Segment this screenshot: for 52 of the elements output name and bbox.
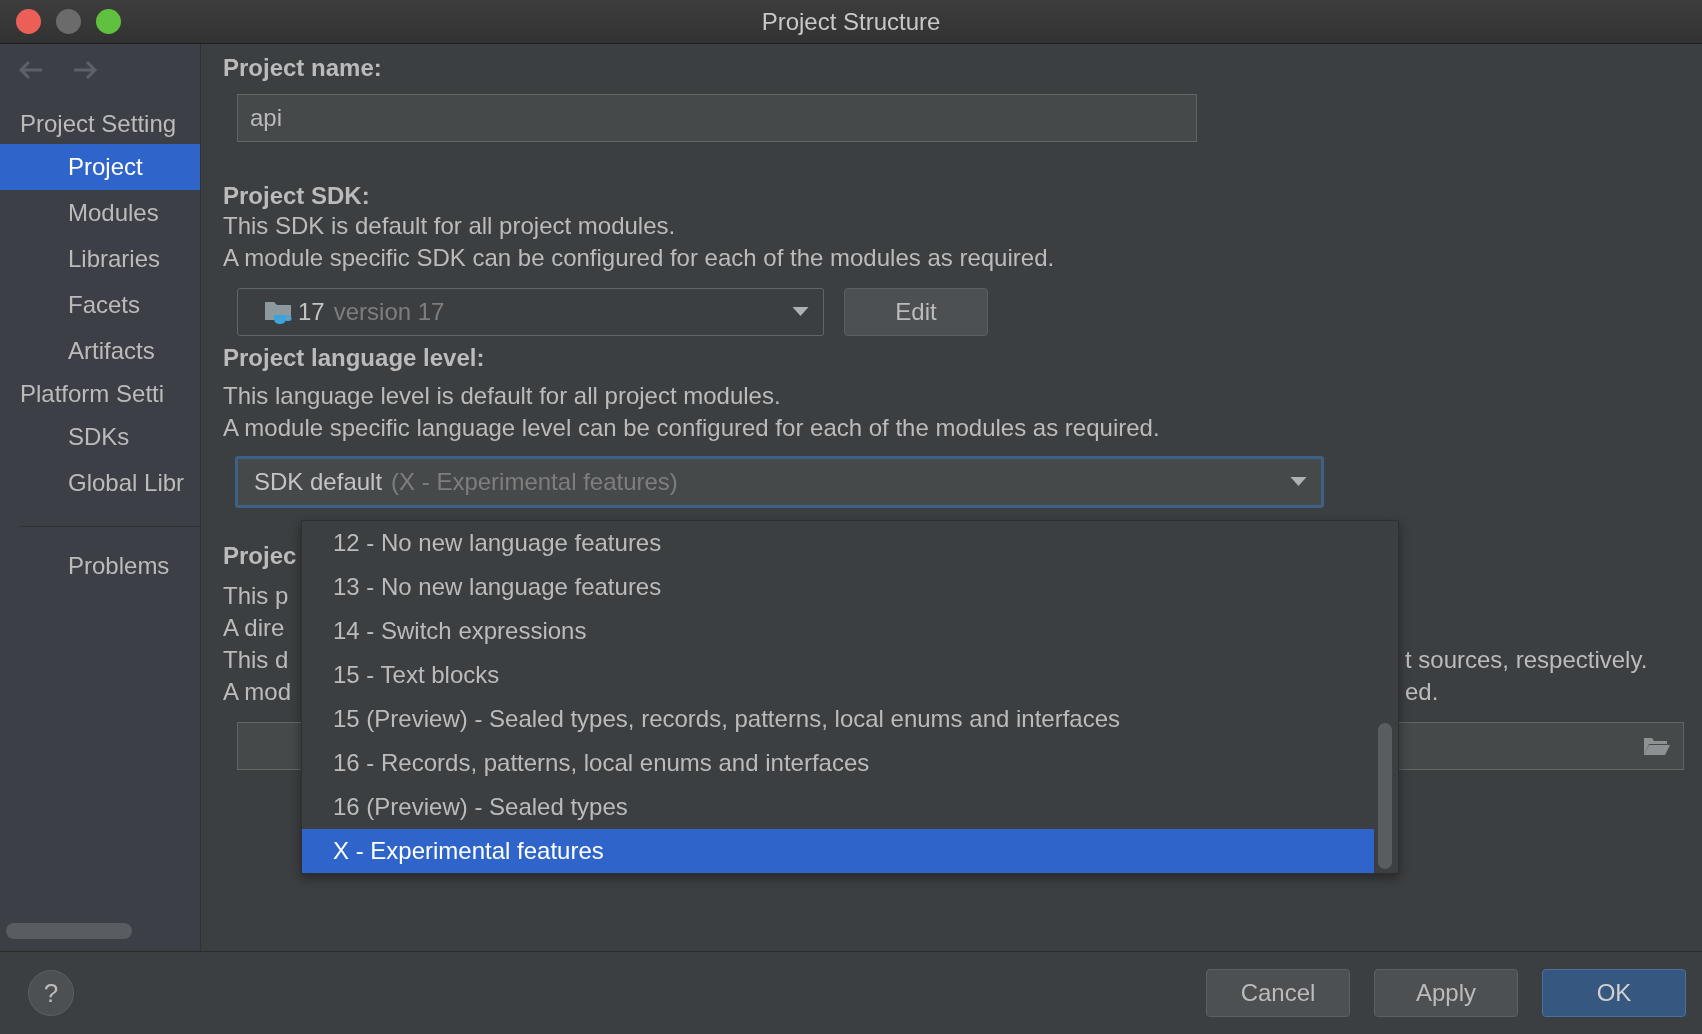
sidebar-item[interactable]: Global Libr (0, 460, 200, 506)
dropdown-option[interactable]: 16 - Records, patterns, local enums and interfaces (302, 741, 1374, 785)
description-text: This language level is default for all project modules. (223, 381, 782, 411)
back-arrow-icon[interactable] (18, 60, 44, 80)
description-text: A mod (223, 677, 292, 707)
section-heading: Project language level: (223, 344, 486, 372)
description-text: t sources, respectively. (1405, 645, 1648, 675)
sidebar-item[interactable]: Modules (0, 190, 200, 236)
folder-cup-icon (264, 299, 294, 325)
sidebar-item[interactable]: Facets (0, 282, 200, 328)
window-title: Project Structure (761, 7, 941, 36)
description-text: A module specific SDK can be configured for each of the modules as required. (223, 243, 1056, 273)
description-text: ed. (1405, 677, 1439, 707)
dropdown-option[interactable]: 12 - No new language features (302, 521, 1374, 565)
dropdown-option[interactable]: 15 - Text blocks (302, 653, 1374, 697)
dropdown-option[interactable]: 16 (Preview) - Sealed types (302, 785, 1374, 829)
sidebar-section-title: Platform Setti (19, 379, 166, 409)
dropdown-option[interactable]: 15 (Preview) - Sealed types, records, patterns, local enums and interfaces (302, 697, 1374, 741)
minimize-button[interactable] (56, 9, 81, 34)
section-heading: Projec (223, 542, 297, 570)
sidebar-item[interactable]: Artifacts (0, 328, 200, 374)
dropdown-option[interactable]: 13 - No new language features (302, 565, 1374, 609)
sidebar-section-title: Project Setting (19, 109, 178, 139)
project-name-field[interactable]: api (237, 94, 1197, 142)
sidebar-item[interactable]: Problems (0, 543, 200, 589)
caret-icon (792, 307, 809, 317)
dialog-button[interactable]: Cancel (1206, 969, 1350, 1017)
dialog-button[interactable]: Apply (1374, 969, 1518, 1017)
description-text: A module specific language level can be configured for each of the modules as required. (223, 413, 1161, 443)
forward-arrow-icon[interactable] (72, 60, 98, 80)
caret-icon (1290, 477, 1307, 487)
section-heading: Project SDK: (223, 182, 371, 210)
description-text: This d (223, 645, 289, 675)
dialog-button[interactable]: OK (1542, 969, 1686, 1017)
folder-icon[interactable] (1643, 736, 1671, 756)
language-level-dropdown[interactable]: SDK default (X - Experimental features) (235, 456, 1324, 508)
field-label: Project name: (223, 54, 383, 82)
scrollbar[interactable] (1378, 723, 1392, 869)
zoom-button[interactable] (96, 9, 121, 34)
edit-button[interactable]: Edit (844, 288, 988, 336)
dropdown-option[interactable]: 14 - Switch expressions (302, 609, 1374, 653)
sdk-dropdown[interactable]: 17 version 17 (237, 288, 824, 336)
description-text: This SDK is default for all project modules. (223, 211, 677, 241)
help-button[interactable]: ? (28, 970, 74, 1016)
dropdown-option[interactable]: X - Experimental features (302, 829, 1374, 873)
description-text: A dire (223, 613, 285, 643)
sidebar-item[interactable]: Project (0, 144, 200, 190)
close-button[interactable] (16, 9, 41, 34)
description-text: This p (223, 581, 289, 611)
sidebar-item[interactable]: Libraries (0, 236, 200, 282)
sidebar-item[interactable]: SDKs (0, 414, 200, 460)
scrollbar[interactable] (6, 923, 132, 939)
